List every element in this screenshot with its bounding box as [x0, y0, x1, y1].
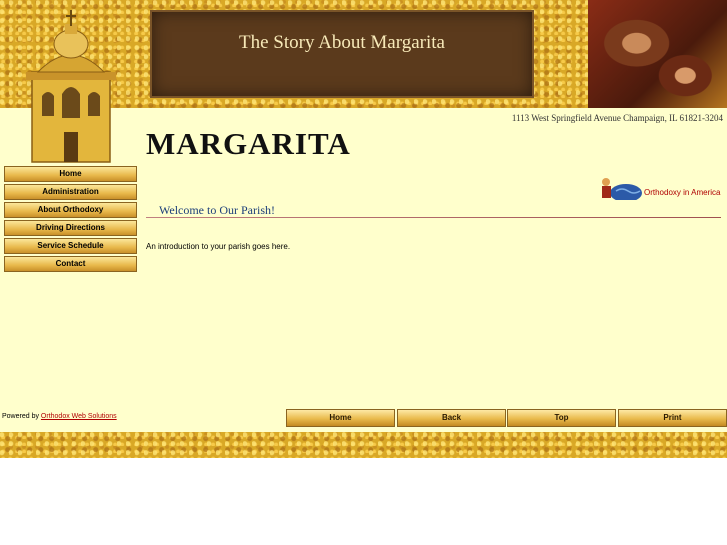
page: The Story About Margarita 1113 West Spri…	[0, 0, 727, 458]
footer-band	[0, 432, 727, 458]
footer-top-button[interactable]: Top	[507, 409, 616, 427]
nav-service-schedule-button[interactable]: Service Schedule	[4, 238, 137, 254]
nav-home-button[interactable]: Home	[4, 166, 137, 182]
powered-by: Powered by Orthodox Web Solutions	[2, 413, 117, 420]
footer-nav: Home Back Top Print	[286, 409, 727, 427]
footer-home-button[interactable]: Home	[286, 409, 395, 427]
orthodoxy-in-america-link[interactable]: Orthodoxy in America	[598, 177, 727, 201]
sidebar-nav: Home Administration About Orthodoxy Driv…	[4, 166, 137, 274]
orthodoxy-in-america-label: Orthodoxy in America	[644, 188, 721, 197]
parish-address: 1113 West Springfield Avenue Champaign, …	[511, 113, 723, 123]
nav-about-orthodoxy-button[interactable]: About Orthodoxy	[4, 202, 137, 218]
nav-driving-directions-button[interactable]: Driving Directions	[4, 220, 137, 236]
globe-saint-icon	[602, 178, 642, 200]
church-icon	[26, 10, 116, 163]
parish-name: MARGARITA	[146, 126, 351, 161]
footer-back-button[interactable]: Back	[397, 409, 506, 427]
nav-contact-button[interactable]: Contact	[4, 256, 137, 272]
footer-print-button[interactable]: Print	[618, 409, 727, 427]
theotokos-icon-image	[588, 0, 727, 108]
title-panel: The Story About Margarita	[150, 10, 534, 98]
nav-administration-button[interactable]: Administration	[4, 184, 137, 200]
welcome-divider	[146, 217, 721, 218]
orthodox-web-solutions-link[interactable]: Orthodox Web Solutions	[41, 413, 117, 420]
site-title: The Story About Margarita	[239, 32, 445, 53]
intro-text: An introduction to your parish goes here…	[146, 242, 291, 251]
welcome-heading: Welcome to Our Parish!	[159, 203, 276, 217]
powered-by-label: Powered by	[2, 413, 39, 420]
